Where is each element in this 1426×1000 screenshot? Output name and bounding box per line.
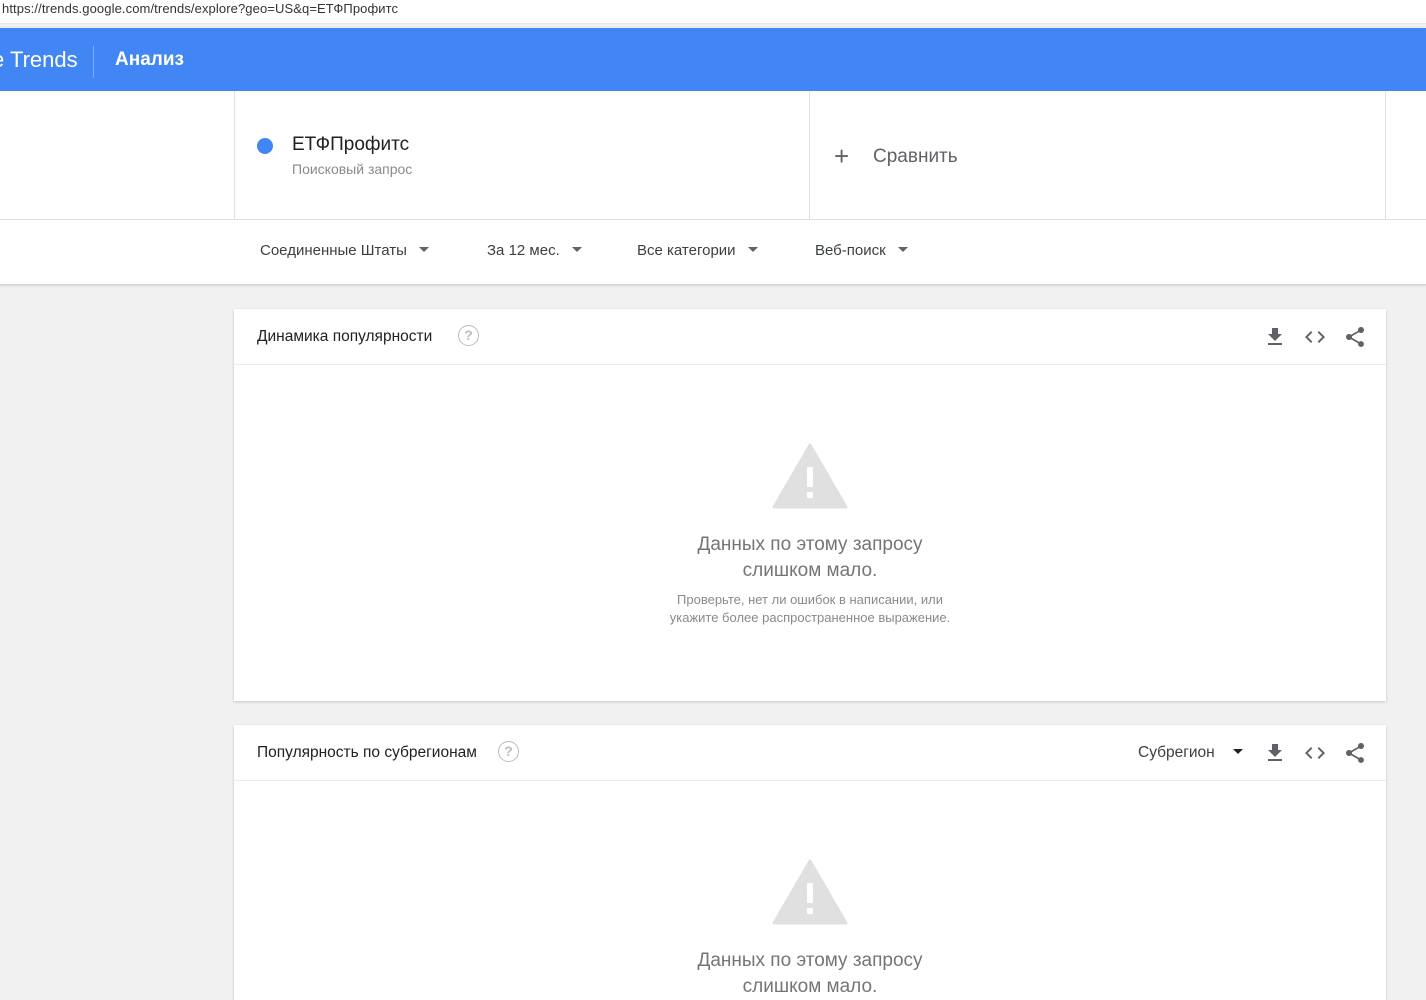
download-icon[interactable]	[1263, 325, 1287, 349]
caret-down-icon	[747, 247, 758, 252]
term-column-divider-left	[234, 91, 235, 219]
empty-state-line: слишком мало.	[742, 560, 878, 581]
term-column-divider-middle	[809, 91, 810, 219]
empty-state-line: Данных по этому запросу	[697, 534, 923, 555]
card-header: Динамика популярности ?	[234, 309, 1386, 365]
download-icon[interactable]	[1263, 741, 1287, 765]
warning-icon	[772, 859, 848, 925]
address-url[interactable]: https://trends.google.com/trends/explore…	[2, 1, 398, 16]
empty-state-line: Данных по этому запросу	[697, 950, 923, 971]
region-filter-label: Соединенные Штаты	[260, 242, 407, 259]
share-icon[interactable]	[1343, 741, 1367, 765]
caret-down-icon	[1232, 749, 1243, 754]
period-filter-dropdown[interactable]: За 12 мес.	[487, 242, 582, 264]
resolution-label: Субрегион	[1138, 744, 1215, 761]
compare-label: Сравнить	[873, 146, 958, 167]
region-filter-dropdown[interactable]: Соединенные Штаты	[260, 242, 429, 264]
card-header: Популярность по субрегионам ? Субрегион	[234, 725, 1386, 781]
page-title: Анализ	[115, 49, 184, 70]
browser-address-bar[interactable]: https://trends.google.com/trends/explore…	[0, 0, 1426, 24]
app-logo-text[interactable]: e Trends	[0, 47, 78, 73]
search-term-type: Поисковый запрос	[292, 161, 413, 177]
search-type-filter-label: Веб-поиск	[815, 242, 886, 259]
caret-down-icon	[897, 247, 908, 252]
category-filter-label: Все категории	[637, 242, 736, 259]
plus-icon: +	[834, 141, 850, 171]
terms-filters-divider	[0, 219, 1426, 220]
resolution-dropdown[interactable]: Субрегион	[1138, 744, 1243, 762]
interest-over-time-card: Динамика популярности ? Данных по этому …	[234, 309, 1386, 701]
search-terms-panel: ЕТФПрофитс Поисковый запрос + Сравнить С…	[0, 91, 1426, 285]
empty-state-message: Данных по этому запросу слишком мало.	[234, 532, 1386, 584]
help-icon[interactable]: ?	[498, 741, 519, 762]
caret-down-icon	[418, 247, 429, 252]
app-header: e Trends Анализ	[0, 28, 1426, 91]
category-filter-dropdown[interactable]: Все категории	[637, 242, 758, 264]
header-divider	[93, 46, 94, 78]
empty-state-hint: Проверьте, нет ли ошибок в написании, ил…	[234, 591, 1386, 627]
warning-icon	[772, 443, 848, 509]
embed-code-icon[interactable]	[1303, 325, 1327, 349]
card-title: Динамика популярности	[257, 328, 433, 345]
empty-state-hint-line: укажите более распространенное выражение…	[669, 610, 951, 625]
card-title: Популярность по субрегионам	[257, 744, 477, 761]
period-filter-label: За 12 мес.	[487, 242, 560, 259]
share-icon[interactable]	[1343, 325, 1367, 349]
caret-down-icon	[571, 247, 582, 252]
search-type-filter-dropdown[interactable]: Веб-поиск	[815, 242, 908, 264]
term-column-divider-right	[1385, 91, 1386, 219]
empty-state-message: Данных по этому запросу слишком мало.	[234, 948, 1386, 1000]
search-term-name[interactable]: ЕТФПрофитс	[292, 134, 409, 156]
term-color-dot	[257, 138, 273, 154]
empty-state-line: слишком мало.	[742, 976, 878, 997]
empty-state-hint-line: Проверьте, нет ли ошибок в написании, ил…	[677, 592, 943, 607]
help-icon[interactable]: ?	[458, 325, 479, 346]
interest-by-subregion-card: Популярность по субрегионам ? Субрегион …	[234, 725, 1386, 1000]
embed-code-icon[interactable]	[1303, 741, 1327, 765]
